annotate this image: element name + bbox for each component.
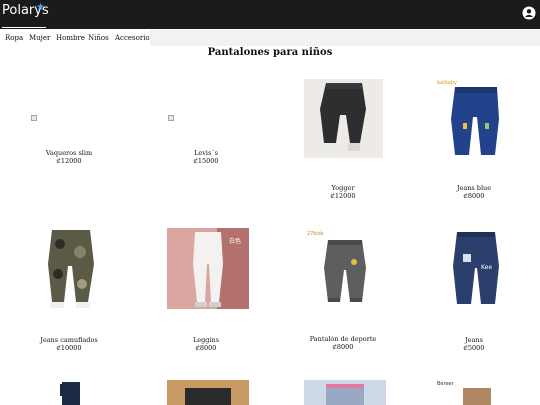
product-image[interactable] bbox=[30, 228, 112, 309]
product-name: Vaqueros slim bbox=[45, 149, 93, 157]
product-card[interactable] bbox=[14, 380, 124, 405]
product-name: Jeans camuflados bbox=[40, 336, 98, 344]
nav-strip bbox=[150, 30, 540, 46]
nav-item-accesorios[interactable]: Accesorios bbox=[115, 34, 153, 42]
product-price: ₡8000 bbox=[195, 344, 217, 352]
product-image[interactable] bbox=[304, 79, 383, 158]
product-card[interactable]: Jeans camuflados ₡10000 bbox=[14, 228, 124, 358]
product-price: ₡8000 bbox=[463, 192, 485, 200]
product-name: Jeans blue bbox=[456, 184, 492, 192]
product-price: ₡12000 bbox=[56, 157, 82, 165]
image-brand-tag: Kee bbox=[481, 264, 493, 271]
broken-image-icon bbox=[31, 115, 37, 121]
product-card[interactable]: Kee Jeans ₡5000 bbox=[419, 228, 529, 358]
product-name: Pantalón de deporte bbox=[309, 335, 377, 343]
product-card[interactable] bbox=[151, 380, 261, 405]
user-account-icon[interactable] bbox=[522, 6, 536, 20]
image-brand-tag: balbaby bbox=[437, 80, 457, 86]
top-bar: Polarys ★ bbox=[0, 0, 540, 29]
product-image[interactable] bbox=[30, 380, 112, 405]
product-card[interactable]: Yogger ₡12000 bbox=[288, 79, 398, 204]
product-price: ₡10000 bbox=[56, 344, 82, 352]
image-brand-tag: 27kids bbox=[307, 231, 324, 237]
product-price: ₡15000 bbox=[193, 157, 219, 165]
product-price: ₡5000 bbox=[463, 344, 485, 352]
image-brand-tag: Bereer bbox=[437, 381, 454, 387]
product-card[interactable] bbox=[288, 380, 398, 405]
nav-item-ninos[interactable]: Niños bbox=[88, 34, 109, 42]
nav-item-mujer[interactable]: Mujer bbox=[29, 34, 50, 42]
product-card[interactable]: Bereer bbox=[419, 380, 529, 405]
nav-item-hombre[interactable]: Hombre bbox=[56, 34, 85, 42]
brand-logo[interactable]: Polarys ★ bbox=[2, 1, 49, 28]
product-image[interactable]: 白色 bbox=[167, 228, 249, 309]
page-title: Pantalones para niños bbox=[207, 47, 333, 58]
product-image[interactable]: 27kids bbox=[304, 228, 386, 309]
product-name: Jeans bbox=[465, 336, 483, 344]
product-card[interactable]: Levis´s ₡15000 bbox=[151, 75, 261, 175]
main-nav: Ropa Mujer Hombre Niños Accesorios bbox=[0, 30, 153, 46]
product-name: Leggins bbox=[192, 336, 220, 344]
product-card[interactable]: Vaqueros slim ₡12000 bbox=[14, 75, 124, 175]
product-price: ₡8000 bbox=[332, 343, 354, 351]
product-card[interactable]: 27kids Pantalón de deporte ₡8000 bbox=[288, 228, 398, 358]
product-card[interactable]: 白色 Leggins ₡8000 bbox=[151, 228, 261, 358]
product-card[interactable]: balbaby Jeans blue ₡8000 bbox=[419, 79, 529, 204]
product-name: Yogger bbox=[331, 184, 355, 192]
star-icon: ★ bbox=[36, 2, 45, 13]
product-price: ₡12000 bbox=[330, 192, 356, 200]
product-image[interactable] bbox=[304, 380, 386, 405]
broken-image-icon bbox=[168, 115, 174, 121]
product-image[interactable]: Kee bbox=[435, 228, 517, 309]
product-name: Levis´s bbox=[194, 149, 218, 157]
nav-item-ropa[interactable]: Ropa bbox=[5, 34, 23, 42]
product-image[interactable] bbox=[167, 380, 249, 405]
image-brand-tag: 白色 bbox=[229, 238, 242, 245]
product-image[interactable]: balbaby bbox=[435, 79, 514, 158]
product-image[interactable]: Bereer bbox=[435, 380, 517, 405]
